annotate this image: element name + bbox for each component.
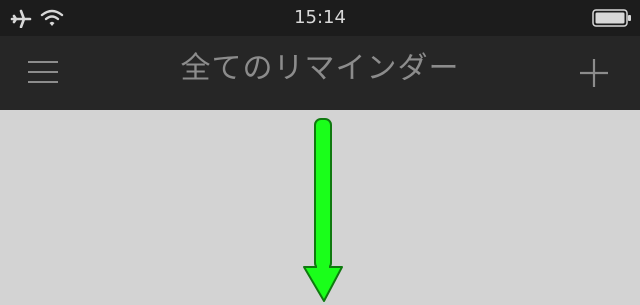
page-title: 全てのリマインダー: [180, 51, 460, 86]
menu-icon[interactable]: [24, 55, 64, 91]
plus-icon[interactable]: [576, 55, 612, 91]
reminder-list-area[interactable]: [0, 110, 640, 302]
battery-icon: [592, 9, 631, 27]
status-time: 15:14: [294, 7, 346, 28]
navigation-bar: 全てのリマインダー: [0, 36, 640, 110]
status-bar: 15:14: [0, 0, 640, 36]
arrow-down-icon: [303, 118, 343, 302]
